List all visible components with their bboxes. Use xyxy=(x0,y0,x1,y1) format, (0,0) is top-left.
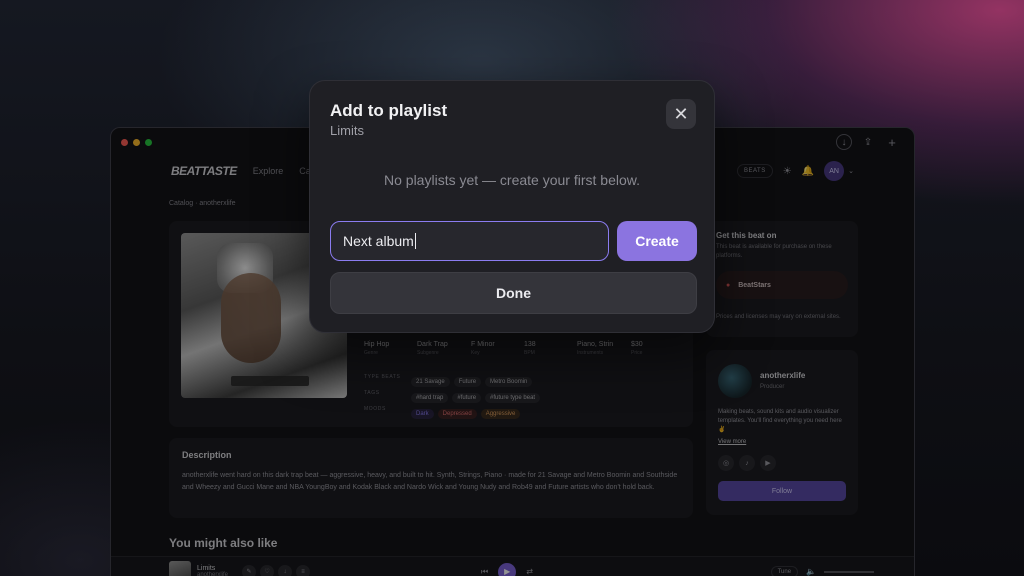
modal-subtitle: Limits xyxy=(330,123,364,138)
add-to-playlist-modal: Add to playlist Limits ✕ No playlists ye… xyxy=(309,80,715,333)
close-button[interactable]: ✕ xyxy=(666,99,696,129)
playlist-name-value: Next album xyxy=(343,233,414,249)
text-caret xyxy=(414,233,416,249)
playlist-name-input[interactable]: Next album xyxy=(330,221,609,261)
create-button[interactable]: Create xyxy=(617,221,697,261)
empty-playlists-message: No playlists yet — create your first bel… xyxy=(384,172,640,188)
modal-title: Add to playlist xyxy=(330,101,448,120)
done-button[interactable]: Done xyxy=(330,272,697,314)
close-icon: ✕ xyxy=(673,103,689,124)
